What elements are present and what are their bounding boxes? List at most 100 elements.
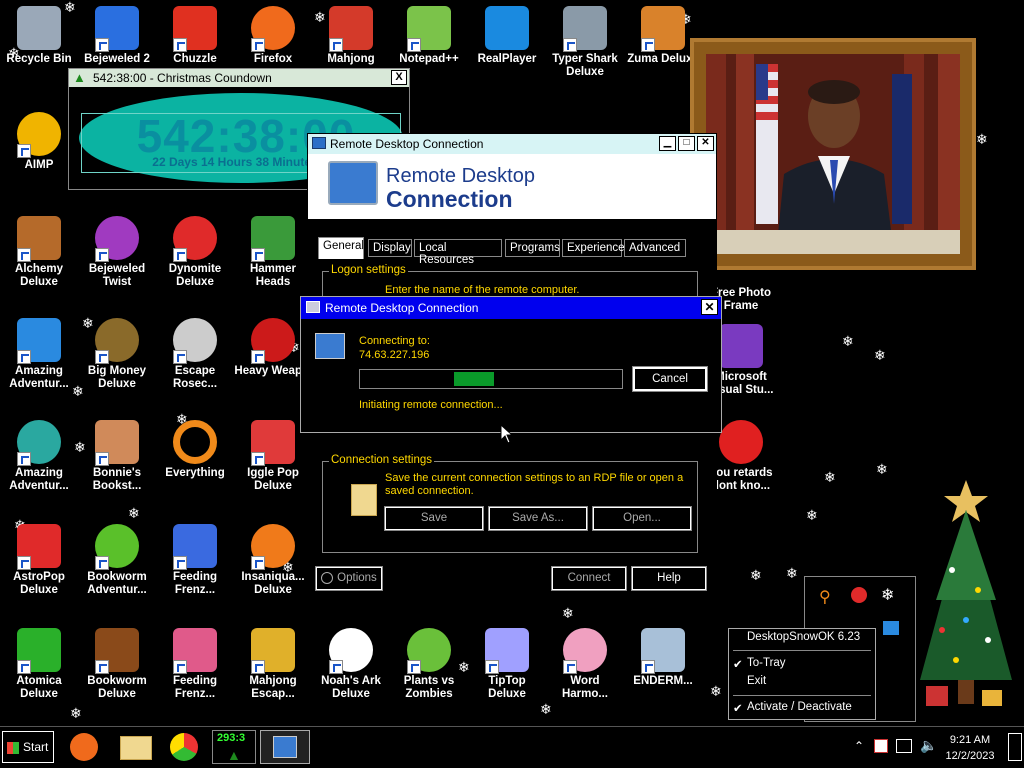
firefox-icon [251, 6, 295, 52]
chuzzle-icon [173, 6, 217, 52]
minimize-button[interactable]: ▁ [659, 136, 676, 151]
connecting-titlebar[interactable]: Remote Desktop Connection ✕ [301, 297, 721, 319]
desktop-icon-bonnies-bookstore[interactable]: Bonnie's Bookst... [78, 420, 156, 493]
close-button[interactable]: ✕ [701, 299, 718, 315]
maximize-button[interactable]: □ [678, 136, 695, 151]
menu-separator [733, 695, 871, 696]
desktop-icon-mahjong[interactable]: Mahjong [312, 6, 390, 66]
menu-item-exit[interactable]: Exit [729, 675, 875, 691]
desktop-icon-realplayer[interactable]: RealPlayer [468, 6, 546, 66]
menu-item-to-tray[interactable]: ✔ To-Tray [729, 657, 875, 673]
desktop-icon-feeding-frenzy-2[interactable]: Feeding Frenz... [156, 628, 234, 701]
desktop-icon-bejeweled-2[interactable]: Bejeweled 2 [78, 6, 156, 66]
cancel-button[interactable]: Cancel [632, 366, 708, 392]
security-flag-icon[interactable] [874, 739, 888, 753]
desktop-icon-tiptop[interactable]: TipTop Deluxe [468, 628, 546, 701]
desktop-icon-alchemy[interactable]: Alchemy Deluxe [0, 216, 78, 289]
mahjong-tile-icon [251, 628, 295, 674]
progress-fill [454, 372, 494, 386]
rdc-titlebar[interactable]: Remote Desktop Connection ▁ □ ✕ [308, 134, 716, 154]
desktop-icon-plants-vs-zombies[interactable]: Plants vs Zombies [390, 628, 468, 701]
desktop-icon-noahs-ark[interactable]: Noah's Ark Deluxe [312, 628, 390, 701]
desktop-icon-firefox[interactable]: Firefox [234, 6, 312, 66]
desktop-icon-everything[interactable]: Everything [156, 420, 234, 480]
mouse-cursor-icon [500, 424, 514, 444]
menu-title: DesktopSnowOK 6.23 [747, 631, 861, 643]
connection-text: Save the current connection settings to … [385, 472, 684, 497]
desktop-icon-bookworm-deluxe[interactable]: Bookworm Deluxe [78, 628, 156, 701]
taskbar-countdown[interactable]: 293:3 ▲ [212, 730, 256, 764]
countdown-titlebar[interactable]: ▲ 542:38:00 - Christmas Coundown X [69, 69, 409, 87]
connect-button[interactable]: Connect [551, 566, 627, 591]
desktop-icon-astropop[interactable]: AstroPop Deluxe [0, 524, 78, 597]
desktop-icon-dynomite[interactable]: Dynomite Deluxe [156, 216, 234, 289]
desktop-icon-recycle-bin[interactable]: Recycle Bin [0, 6, 78, 66]
taskbar-rdc[interactable] [260, 730, 310, 764]
connection-settings-legend: Connection settings [329, 454, 435, 466]
desktop-icon-aimp[interactable]: AIMP [0, 112, 78, 172]
bonnie-icon [95, 420, 139, 466]
show-hidden-icons-chevron-icon[interactable]: ⌃ [854, 739, 864, 753]
hammer-heads-icon [251, 216, 295, 262]
menu-item-activate[interactable]: ✔ Activate / Deactivate [729, 701, 875, 717]
chat-icon[interactable] [883, 621, 899, 635]
desktop-icon-chuzzle[interactable]: Chuzzle [156, 6, 234, 66]
tab-programs[interactable]: Programs [505, 239, 560, 257]
taskbar-clock[interactable]: 9:21 AM 12/2/2023 [938, 732, 1002, 764]
search-icon[interactable]: ⚲ [819, 587, 831, 607]
photo-frame-widget[interactable] [690, 38, 976, 270]
desktop-icon-atomica[interactable]: Atomica Deluxe [0, 628, 78, 701]
folder-icon [351, 484, 377, 516]
rdc-banner-line1: Remote Desktop [386, 165, 535, 187]
dynomite-icon [173, 216, 217, 262]
tab-display[interactable]: Display [368, 239, 412, 257]
tab-local-resources[interactable]: Local Resources [414, 239, 502, 266]
save-button[interactable]: Save [384, 506, 484, 531]
clock-time: 9:21 AM [949, 734, 991, 746]
tab-advanced[interactable]: Advanced [624, 239, 686, 257]
close-button[interactable]: ✕ [697, 136, 714, 151]
clock-icon[interactable] [851, 587, 867, 603]
desktop-icon-typer-shark[interactable]: Typer Shark Deluxe [546, 6, 624, 79]
gem-icon [95, 216, 139, 262]
desktop-icon-enderman[interactable]: ENDERM... [624, 628, 702, 688]
desktop-icon-mahjong-escape[interactable]: Mahjong Escap... [234, 628, 312, 701]
mahjong-icon [329, 6, 373, 52]
taskbar-chrome[interactable] [162, 730, 206, 764]
taskbar-firefox[interactable] [62, 730, 106, 764]
desktop-icon-big-money[interactable]: Big Money Deluxe [78, 318, 156, 391]
everything-search-icon [173, 420, 217, 464]
moon-icon [173, 318, 217, 364]
network-icon[interactable] [896, 739, 912, 753]
start-button[interactable]: Start [2, 731, 54, 763]
taskbar-explorer[interactable] [114, 730, 158, 764]
desktop-icon-bookworm-adventures[interactable]: Bookworm Adventur... [78, 524, 156, 597]
open-button[interactable]: Open... [592, 506, 692, 531]
countdown-close-button[interactable]: X [391, 70, 407, 85]
realplayer-icon [485, 6, 529, 50]
tab-general[interactable]: General [318, 237, 364, 259]
desktop-icon-escape-rosecliff[interactable]: Escape Rosec... [156, 318, 234, 391]
volume-icon[interactable]: 🔈 [920, 737, 937, 754]
connection-progress-bar [359, 369, 623, 389]
options-button[interactable]: Options [315, 566, 383, 591]
desktop-icon-word-harmony[interactable]: Word Harmo... [546, 628, 624, 701]
visual-studio-icon [719, 324, 763, 368]
tree-icon: ▲ [227, 747, 241, 763]
save-as-button[interactable]: Save As... [488, 506, 588, 531]
tab-experience[interactable]: Experience [562, 239, 625, 257]
snowflake-icon[interactable]: ❄ [881, 585, 894, 605]
connecting-dialog[interactable]: Remote Desktop Connection ✕ Connecting t… [300, 296, 722, 433]
notifications-icon[interactable] [1008, 733, 1022, 761]
desktopsnow-context-menu[interactable]: DesktopSnowOK 6.23 ✔ To-Tray Exit ✔ Acti… [728, 628, 876, 720]
menu-item-label: To-Tray [747, 657, 786, 669]
taskbar: Start 293:3 ▲ ⌃ 🔈 9:21 AM 12/2/2023 [0, 726, 1024, 768]
desktop-icon-bejeweled-twist[interactable]: Bejeweled Twist [78, 216, 156, 289]
desktop-icon-insaniquarium[interactable]: Insaniqua... Deluxe [234, 524, 312, 597]
desktop-icon-amazing-adventures-2[interactable]: Amazing Adventur... [0, 420, 78, 493]
desktop-icon-notepadpp[interactable]: Notepad++ [390, 6, 468, 66]
help-button[interactable]: Help [631, 566, 707, 591]
desktop-icon-feeding-frenzy-1[interactable]: Feeding Frenz... [156, 524, 234, 597]
desktop-icon-amazing-adventures-1[interactable]: Amazing Adventur... [0, 318, 78, 391]
desktop-icon-hammer-heads[interactable]: Hammer Heads [234, 216, 312, 289]
